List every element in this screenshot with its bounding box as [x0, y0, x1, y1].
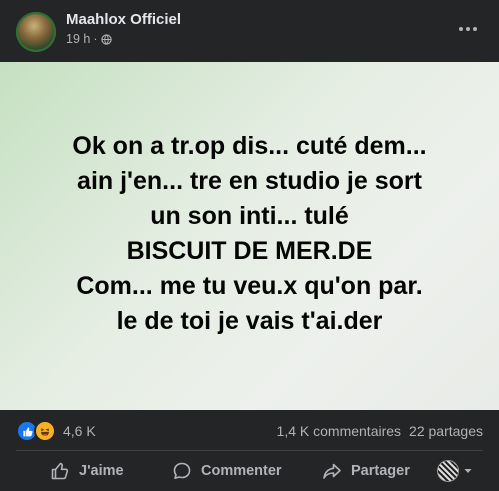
- post-content: Ok on a tr.op dis... cuté dem... ain j'e…: [0, 62, 499, 410]
- author-avatar[interactable]: [16, 12, 56, 52]
- comments-count-link[interactable]: 1,4 K commentaires: [277, 423, 402, 439]
- share-button[interactable]: Partager: [322, 455, 410, 487]
- chevron-down-icon: [464, 469, 472, 473]
- haha-reaction-icon: [34, 420, 56, 442]
- comment-icon: [173, 462, 191, 479]
- post-card: Maahlox Officiel 19 h · Ok on a tr.op di…: [0, 0, 499, 491]
- shares-count-link[interactable]: 22 partages: [409, 423, 483, 439]
- post-text: Ok on a tr.op dis... cuté dem... ain j'e…: [20, 129, 480, 339]
- comment-button[interactable]: Commenter: [172, 455, 282, 487]
- share-icon: [323, 463, 341, 479]
- post-actions: J'aime Commenter Partager: [0, 451, 499, 491]
- reactions-summary[interactable]: 4,6 K: [16, 420, 96, 442]
- reaction-count: 4,6 K: [63, 423, 96, 439]
- meta-separator: ·: [93, 32, 98, 46]
- post-time[interactable]: 19 h: [66, 32, 90, 46]
- post-text-line: un son inti... tulé: [150, 202, 349, 230]
- comment-button-label: Commenter: [201, 463, 282, 479]
- like-button-label: J'aime: [79, 463, 124, 479]
- author-name[interactable]: Maahlox Officiel: [66, 11, 181, 28]
- post-text-line: BISCUIT DE MER.DE: [126, 237, 373, 265]
- post-header: Maahlox Officiel 19 h ·: [0, 0, 499, 62]
- user-avatar: [437, 460, 459, 482]
- post-meta: 19 h ·: [66, 32, 112, 46]
- post-text-line: Com... me tu veu.x qu'on par.: [76, 272, 423, 300]
- post-stats: 4,6 K 1,4 K commentaires 22 partages: [0, 410, 499, 450]
- post-text-line: ain j'en... tre en studio je sort: [77, 167, 422, 195]
- react-as-selector[interactable]: [437, 455, 473, 487]
- share-button-label: Partager: [351, 463, 410, 479]
- more-options-icon[interactable]: [455, 16, 481, 42]
- post-text-line: Ok on a tr.op dis... cuté dem...: [72, 132, 427, 160]
- engagement-counts: 1,4 K commentaires 22 partages: [277, 423, 483, 439]
- globe-icon: [100, 33, 112, 45]
- thumbs-up-icon: [51, 462, 69, 480]
- like-button[interactable]: J'aime: [50, 455, 124, 487]
- post-text-line: le de toi je vais t'ai.der: [116, 307, 383, 335]
